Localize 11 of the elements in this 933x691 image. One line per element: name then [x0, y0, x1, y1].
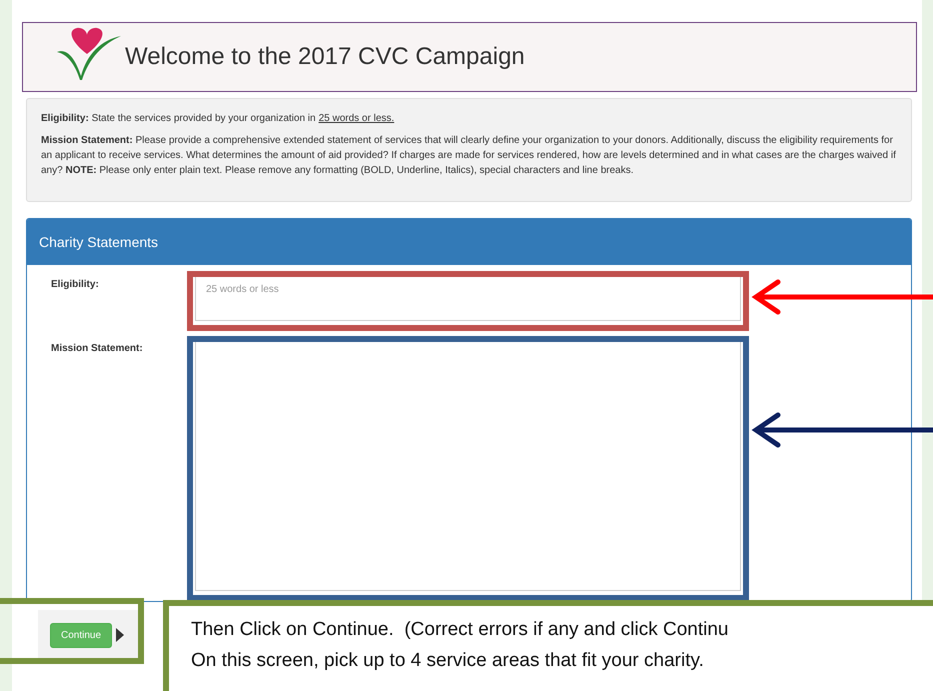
instruction-text: Mission Statement: Please provide a comprehensive extended statement of services that will clearly define your organization to your donors. Additionally, discuss the eligibility requirements for an applicant to receive services. What determines the amount of aid provided? If charges are made for services rendered, how are levels determined and in what cases are the charges waived if any? NOTE: Please only enter plain text. Please remove any formatting (BOLD, Underline, Italics), special characters and line breaks.	[41, 134, 897, 178]
panel-title: Charity Statements	[39, 234, 158, 250]
caret-icon	[116, 628, 124, 642]
callout-text: On this screen, pick up to 4 service areas that fit your charity.	[191, 649, 705, 673]
eligibility-input[interactable]: 25 words or less	[195, 275, 741, 321]
field-label: Eligibility:	[50, 278, 100, 292]
instruction-text: Eligibility: State the services provided by your organization in 25 words or less.	[41, 112, 396, 126]
callout-text: Then Click on Continue. (Correct errors if any and click Continu	[191, 618, 730, 642]
continue-button[interactable]: Continue	[50, 622, 112, 648]
field-label: Mission Statement:	[50, 342, 144, 356]
page-title: Welcome to the 2017 CVC Campaign	[125, 43, 525, 71]
